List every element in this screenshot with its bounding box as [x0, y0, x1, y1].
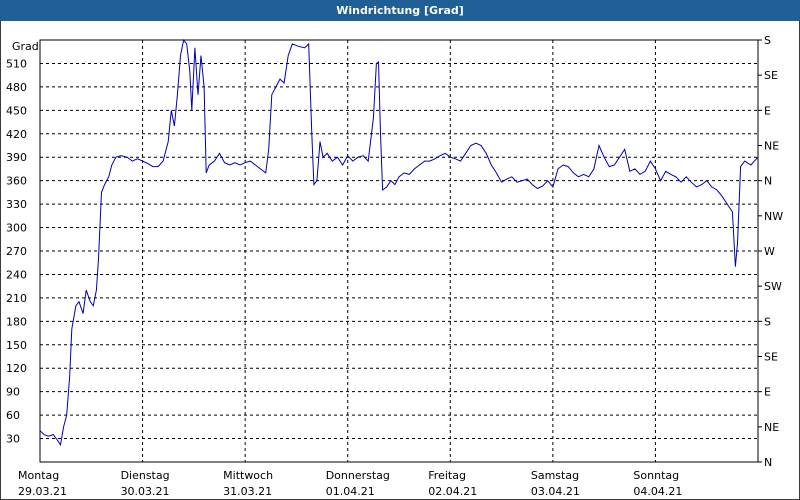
- right-axis-label: SE: [764, 351, 778, 364]
- x-date-label: 30.03.21: [121, 485, 170, 498]
- y-tick-label: 120: [6, 362, 27, 375]
- y-tick-label: 60: [6, 409, 20, 422]
- x-day-label: Mittwoch: [223, 469, 273, 482]
- x-date-label: 01.04.21: [326, 485, 375, 498]
- y-tick-label: 360: [6, 175, 27, 188]
- x-day-label: Dienstag: [121, 469, 170, 482]
- y-tick-label: 420: [6, 128, 27, 141]
- y-axis-label: Grad: [12, 40, 39, 53]
- y-tick-label: 150: [6, 339, 27, 352]
- right-axis-label: SE: [764, 69, 778, 82]
- right-axis-label: NE: [764, 421, 779, 434]
- right-axis-label: N: [764, 456, 772, 469]
- x-date-label: 31.03.21: [223, 485, 272, 498]
- wind-direction-chart: 30 60 90 120 150 180 210 240 270 300 330 360 390 420 4…: [6, 34, 783, 498]
- x-day-label: Freitag: [428, 469, 466, 482]
- x-date-label: 03.04.21: [531, 485, 580, 498]
- x-day-label: Sonntag: [633, 469, 679, 482]
- y-tick-label: 300: [6, 222, 27, 235]
- right-axis-label: NE: [764, 140, 779, 153]
- x-date-label: 02.04.21: [428, 485, 477, 498]
- x-day-label: Donnerstag: [326, 469, 390, 482]
- y-tick-label: 210: [6, 292, 27, 305]
- right-axis-label: NW: [764, 210, 783, 223]
- right-axis-label: W: [764, 245, 775, 258]
- y-tick-label: 180: [6, 315, 27, 328]
- right-axis-label: SW: [764, 280, 782, 293]
- x-day-label: Samstag: [531, 469, 579, 482]
- plot-area: [39, 39, 759, 463]
- y-tick-label: 480: [6, 81, 27, 94]
- y-tick-label: 90: [6, 386, 20, 399]
- right-axis-label: E: [764, 104, 771, 117]
- right-axis-label: S: [764, 315, 771, 328]
- y-tick-label: 30: [6, 433, 20, 446]
- x-day-label: Montag: [18, 469, 59, 482]
- y-tick-label: 510: [6, 57, 27, 70]
- y-tick-label: 240: [6, 268, 27, 281]
- right-axis-label: E: [764, 386, 771, 399]
- y-tick-label: 390: [6, 151, 27, 164]
- right-axis-label: N: [764, 175, 772, 188]
- y-tick-label: 450: [6, 104, 27, 117]
- x-date-label: 29.03.21: [18, 485, 67, 498]
- x-date-label: 04.04.21: [633, 485, 682, 498]
- right-axis-label: S: [764, 34, 771, 47]
- y-tick-label: 330: [6, 198, 27, 211]
- y-tick-label: 270: [6, 245, 27, 258]
